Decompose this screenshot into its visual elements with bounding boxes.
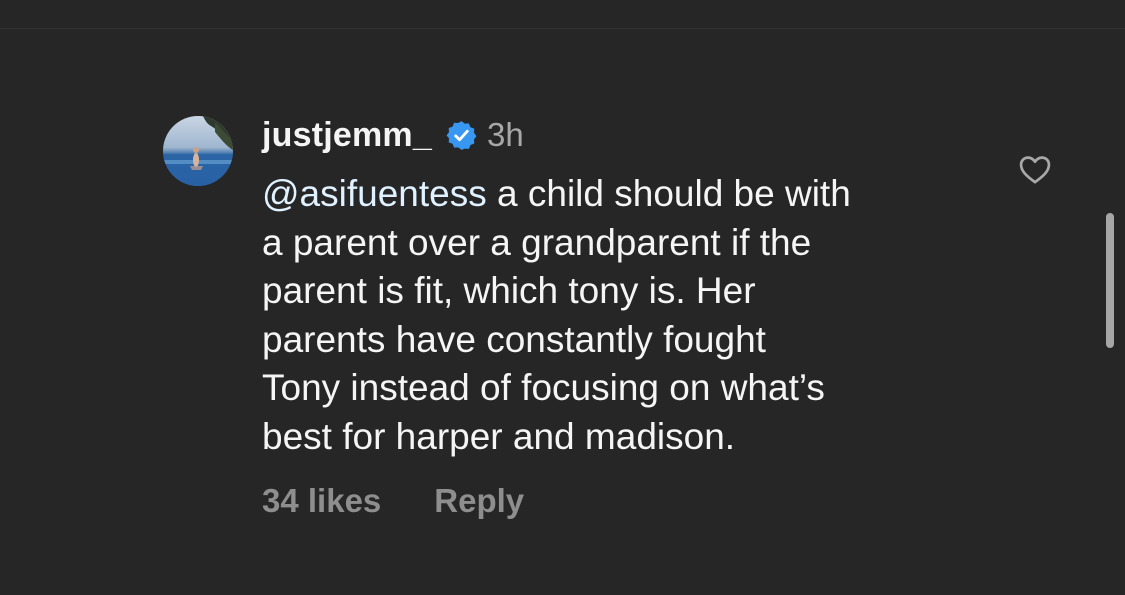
likes-count[interactable]: 34 likes	[262, 482, 381, 520]
comment-item: justjemm_ 3h @asifuentess a child should…	[0, 0, 1125, 595]
comment-actions: 34 likes Reply	[262, 482, 524, 520]
comment-text-line-6: best for harper and madison.	[262, 415, 736, 457]
avatar[interactable]	[163, 116, 233, 186]
comment-text-line-5: Tony instead of focusing on what’s	[262, 367, 825, 408]
comment-text: @asifuentess a child should be with a pa…	[262, 170, 962, 461]
scrollbar-thumb[interactable]	[1106, 213, 1114, 348]
verified-badge-icon	[446, 120, 477, 151]
like-button[interactable]	[1016, 150, 1054, 188]
heart-outline-icon	[1019, 156, 1051, 184]
comment-header: justjemm_ 3h	[262, 113, 524, 157]
comments-screen: justjemm_ 3h @asifuentess a child should…	[0, 0, 1125, 595]
comment-timestamp: 3h	[486, 116, 524, 153]
reply-button[interactable]: Reply	[434, 482, 524, 520]
comment-text-line-1: a child should be with	[486, 173, 851, 214]
username-link[interactable]: justjemm_	[262, 116, 432, 155]
mention-link[interactable]: @asifuentess	[262, 173, 487, 214]
comment-text-line-4: parents have constantly fought	[262, 318, 766, 360]
comment-text-line-3: parent is fit, which tony is. Her	[262, 270, 756, 311]
avatar-photo-icon	[163, 116, 233, 186]
comment-text-line-2: a parent over a grandparent if the	[262, 221, 812, 263]
